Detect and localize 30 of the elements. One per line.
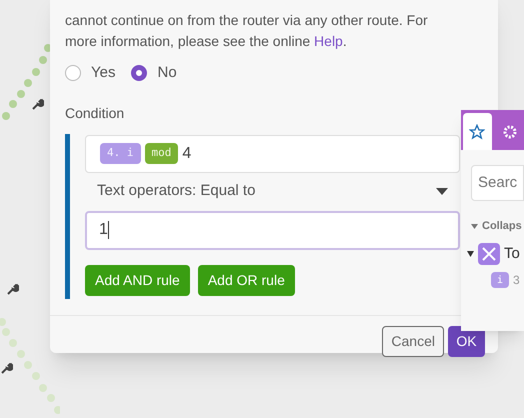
star-icon xyxy=(469,124,486,140)
description-text: cannot continue on from the router via any other route. For more information, please see the online Help. xyxy=(65,11,429,51)
gear-icon xyxy=(502,124,518,140)
variable-token: 4. i xyxy=(100,143,140,164)
cancel-button[interactable]: Cancel xyxy=(382,326,444,356)
help-link[interactable]: Help xyxy=(314,33,343,49)
favorites-tab[interactable] xyxy=(463,113,492,150)
radio-button[interactable] xyxy=(131,65,148,82)
section-header[interactable]: Collaps xyxy=(482,218,522,234)
add-rule-button[interactable]: Add AND rule xyxy=(85,264,190,296)
caret-down-icon xyxy=(436,188,448,195)
radio-option[interactable]: No xyxy=(131,62,177,84)
caret-down-icon[interactable] xyxy=(467,250,474,257)
add-rule-button[interactable]: Add OR rule xyxy=(198,264,295,296)
function-token: mod xyxy=(144,143,178,164)
caret-down-icon xyxy=(471,224,478,229)
search-field[interactable]: Searc xyxy=(471,165,524,201)
wrench-icon xyxy=(32,98,44,110)
operand-text: 4 xyxy=(182,144,192,164)
condition-label: Condition xyxy=(65,104,126,122)
radio-option[interactable]: Yes xyxy=(65,62,116,84)
radio-button[interactable] xyxy=(65,65,81,82)
tree-item-label[interactable]: 3 xyxy=(513,271,520,289)
wrench-icon xyxy=(1,362,13,374)
value-input[interactable]: 1 xyxy=(85,210,460,250)
operand-field[interactable]: 4. i mod 4 xyxy=(85,134,460,172)
operator-select[interactable]: Text operators: Equal to xyxy=(85,178,460,206)
tree-item-label[interactable]: To xyxy=(504,242,520,265)
wrench-icon xyxy=(7,283,19,295)
tools-icon xyxy=(478,242,500,265)
